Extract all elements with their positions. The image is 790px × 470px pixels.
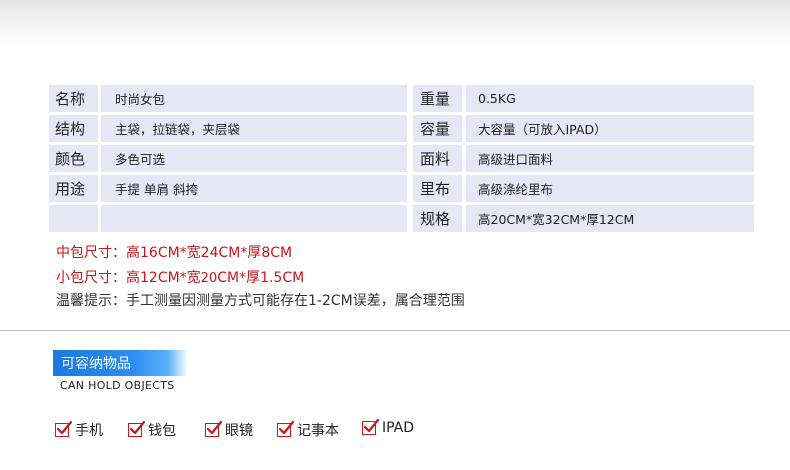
spec-value: 高级进口面料 xyxy=(466,145,754,172)
spec-value: 0.5KG xyxy=(466,85,754,112)
section-subtitle: CAN HOLD OBJECTS xyxy=(60,379,175,392)
spec-value: 高20CM*宽32CM*厚12CM xyxy=(466,205,754,232)
spec-label: 结构 xyxy=(49,115,98,142)
small-size-note-part: 小包尺寸：高12CM*宽 xyxy=(56,270,201,286)
list-item: 记事本 xyxy=(277,420,339,440)
spec-label: 重量 xyxy=(413,85,462,112)
spec-label: 容量 xyxy=(413,115,462,142)
spec-label: 里布 xyxy=(413,175,462,202)
medium-size-note: 中包尺寸：高16CM*宽24CM*厚8CM xyxy=(56,245,293,261)
small-size-note-part: CM*厚1.5CM xyxy=(217,270,305,286)
checkmark-icon xyxy=(277,420,295,437)
spec-label: 面料 xyxy=(413,145,462,172)
checkmark-icon xyxy=(128,420,146,437)
section-title-tab: 可容纳物品 xyxy=(53,350,188,376)
spec-row: 结构 主袋，拉链袋，夹层袋 容量 大容量（可放入IPAD） xyxy=(49,115,754,142)
spec-row: 规格 高20CM*宽32CM*厚12CM xyxy=(49,205,754,232)
spec-row: 用途 手提 单肩 斜挎 里布 高级涤纶里布 xyxy=(49,175,754,202)
list-item: 眼镜 xyxy=(205,420,253,440)
spec-value: 多色可选 xyxy=(101,145,407,172)
spec-value-empty xyxy=(101,205,407,232)
measurement-tip: 温馨提示：手工测量因测量方式可能存在1-2CM误差，属合理范围 xyxy=(56,293,465,309)
spec-value: 时尚女包 xyxy=(101,85,407,112)
item-label: 手机 xyxy=(75,423,103,439)
spec-label: 规格 xyxy=(413,205,462,232)
spec-value: 主袋，拉链袋，夹层袋 xyxy=(101,115,407,142)
section-divider xyxy=(0,330,790,331)
item-label: 记事本 xyxy=(297,423,339,439)
section-title: 可容纳物品 xyxy=(61,356,131,372)
checkmark-icon xyxy=(362,418,380,435)
small-size-note-part: 20 xyxy=(200,271,218,286)
list-item: 手机 xyxy=(55,420,103,440)
item-label: 钱包 xyxy=(148,423,176,439)
spec-label-empty xyxy=(49,205,98,232)
spec-value: 手提 单肩 斜挎 xyxy=(101,175,407,202)
checkmark-icon xyxy=(205,420,223,437)
item-label: 眼镜 xyxy=(225,423,253,439)
spec-value: 大容量（可放入IPAD） xyxy=(466,115,754,142)
small-size-note: 小包尺寸：高12CM*宽20CM*厚1.5CM xyxy=(56,267,304,287)
spec-label: 名称 xyxy=(49,85,98,112)
top-shadow-band xyxy=(0,0,790,48)
spec-label: 用途 xyxy=(49,175,98,202)
checkmark-icon xyxy=(55,420,73,437)
item-label: IPAD xyxy=(382,420,415,436)
list-item: IPAD xyxy=(362,418,415,436)
list-item: 钱包 xyxy=(128,420,176,440)
spec-value: 高级涤纶里布 xyxy=(466,175,754,202)
spec-row: 名称 时尚女包 重量 0.5KG xyxy=(49,85,754,112)
spec-label: 颜色 xyxy=(49,145,98,172)
spec-row: 颜色 多色可选 面料 高级进口面料 xyxy=(49,145,754,172)
